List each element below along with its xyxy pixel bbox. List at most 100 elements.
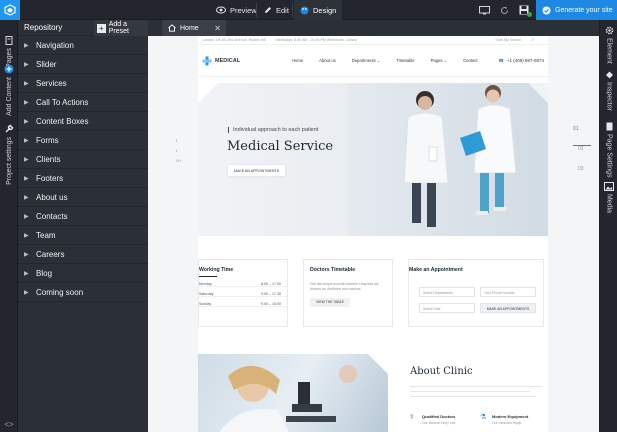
site-search-placeholder[interactable]: Start My Search bbox=[495, 38, 521, 42]
device-toggle[interactable] bbox=[474, 0, 494, 20]
hero-slider[interactable]: Individual approach to each patient Medi… bbox=[198, 83, 548, 236]
appointment-submit-button[interactable]: MAKE AN APPOINTMENTS bbox=[480, 303, 536, 313]
chevron-right-icon: ▶ bbox=[24, 270, 29, 277]
add-preset-button[interactable]: + Add a Preset bbox=[94, 20, 148, 36]
gear-icon bbox=[605, 26, 613, 35]
chevron-right-icon: ▶ bbox=[24, 42, 29, 49]
slide-indicator[interactable]: 02 bbox=[573, 146, 591, 166]
editor-canvas[interactable]: London, UK 65 Zinc Avenue, Ruskin Intl W… bbox=[148, 36, 599, 432]
working-time-row: Sunday 9.00 – 15.00 bbox=[199, 297, 287, 307]
repository-item-label: Content Boxes bbox=[36, 116, 89, 126]
facebook-icon[interactable]: f bbox=[176, 138, 184, 143]
slide-indicator[interactable]: 01 bbox=[573, 126, 591, 146]
design-label: Design bbox=[313, 5, 337, 15]
preview-label: Preview bbox=[230, 5, 257, 15]
working-time-card: Working Time Monday 8.00 – 17.00 Saturday 9… bbox=[198, 259, 288, 327]
working-time-title: Working Time bbox=[199, 267, 234, 273]
project-settings-tab[interactable]: Project settings bbox=[0, 124, 18, 185]
repository-item-label: Call To Actions bbox=[36, 97, 89, 107]
add-content-tab[interactable]: Add Content bbox=[0, 64, 18, 116]
media-tab[interactable]: Media bbox=[600, 182, 617, 213]
repository-item-label: Clients bbox=[36, 154, 61, 164]
save-button[interactable] bbox=[514, 0, 534, 20]
site-menu-item[interactable]: Timetable bbox=[396, 58, 414, 63]
repository-item[interactable]: ▶ Services bbox=[18, 74, 148, 93]
repository-item[interactable]: ▶ Content Boxes bbox=[18, 112, 148, 131]
repository-item-label: Slider bbox=[36, 59, 57, 69]
slide-indicator[interactable]: 03 bbox=[573, 166, 591, 186]
repository-item[interactable]: ▶ Call To Actions bbox=[18, 93, 148, 112]
repository-item[interactable]: ▶ Forms bbox=[18, 131, 148, 150]
palette-icon bbox=[300, 6, 309, 14]
preview-button[interactable]: Preview bbox=[210, 0, 263, 20]
about-text-lines bbox=[410, 386, 543, 402]
close-tab-icon[interactable]: ✕ bbox=[214, 24, 221, 33]
feature-text: Our medicine equip. bbox=[492, 421, 523, 425]
repository-item[interactable]: ▶ Clients bbox=[18, 150, 148, 169]
site-menu-item[interactable]: Contact bbox=[463, 58, 477, 63]
site-menu-item[interactable]: About us bbox=[319, 58, 336, 63]
twitter-icon[interactable]: t bbox=[176, 148, 184, 153]
logo-icon bbox=[4, 4, 16, 16]
feature-title: Modern Equipment bbox=[492, 414, 529, 419]
repository-item[interactable]: ▶ Contacts bbox=[18, 207, 148, 226]
phone-icon: ☎ bbox=[498, 57, 504, 63]
repository-item-label: Team bbox=[36, 230, 56, 240]
repository-item-label: Navigation bbox=[36, 40, 74, 50]
site-page[interactable]: London, UK 65 Zinc Avenue, Ruskin Intl W… bbox=[176, 36, 548, 432]
search-icon[interactable]: ⌕ bbox=[531, 37, 534, 43]
repository-item[interactable]: ▶ Footers bbox=[18, 169, 148, 188]
site-menu-item[interactable]: Home bbox=[292, 58, 303, 63]
site-topbar: London, UK 65 Zinc Avenue, Ruskin Intl W… bbox=[198, 36, 548, 45]
view-table-button[interactable]: VIEW THE TABLE bbox=[310, 298, 350, 307]
app-logo[interactable] bbox=[0, 0, 20, 20]
element-tab[interactable]: Element bbox=[600, 26, 617, 64]
image-icon bbox=[604, 182, 614, 191]
repository-item-label: Forms bbox=[36, 135, 59, 145]
department-select[interactable]: Select Departments bbox=[419, 287, 475, 297]
site-logo[interactable]: MEDICAL bbox=[202, 56, 292, 66]
edit-button[interactable]: Edit bbox=[258, 0, 295, 20]
doctors-timetable-title: Doctors Timetable bbox=[310, 267, 356, 273]
repository-item[interactable]: ▶ Blog bbox=[18, 264, 148, 283]
media-tab-label: Media bbox=[605, 194, 613, 214]
repository-item[interactable]: ▶ Navigation bbox=[18, 36, 148, 55]
page-settings-tab[interactable]: Page Settings bbox=[600, 122, 617, 178]
hero-appointment-button[interactable]: MAKE AN APPOINTMENTS bbox=[228, 165, 285, 176]
paint-bucket-icon bbox=[605, 71, 613, 79]
working-time-row: Saturday 9.00 – 17.30 bbox=[199, 287, 287, 297]
design-button[interactable]: Design bbox=[294, 0, 343, 20]
hero-subtitle: Individual approach to each patient bbox=[228, 127, 318, 133]
repository-item[interactable]: ▶ Coming soon bbox=[18, 283, 148, 302]
doctor-icon: ⚕ bbox=[410, 414, 414, 421]
tab-home[interactable]: Home ✕ bbox=[162, 20, 226, 36]
site-menu: Home About us Departments ⌄ Timetable Pages … bbox=[292, 58, 478, 63]
day-label: Saturday bbox=[199, 292, 214, 296]
phone-input[interactable]: Your Phone Number bbox=[480, 287, 536, 297]
repository-item-label: Services bbox=[36, 78, 67, 88]
chevron-right-icon: ▶ bbox=[24, 61, 29, 68]
repository-item[interactable]: ▶ Careers bbox=[18, 245, 148, 264]
code-icon: <> bbox=[4, 419, 14, 429]
address-text: London, UK 65 Zinc Avenue, Ruskin Intl bbox=[202, 38, 266, 42]
chevron-right-icon: ▶ bbox=[24, 251, 29, 258]
repository-item[interactable]: ▶ Slider bbox=[18, 55, 148, 74]
inspector-tab[interactable]: Inspector bbox=[600, 70, 617, 111]
date-select[interactable]: Select Date bbox=[419, 303, 475, 313]
appointment-title: Make an Appointment bbox=[409, 267, 463, 273]
undo-button[interactable] bbox=[494, 0, 514, 20]
separator bbox=[292, 3, 293, 17]
google-plus-icon[interactable]: G+ bbox=[176, 158, 184, 163]
repository-item[interactable]: ▶ Team bbox=[18, 226, 148, 245]
repository-item-label: Blog bbox=[36, 268, 53, 278]
site-menu-item[interactable]: Departments ⌄ bbox=[352, 58, 381, 63]
saved-status-dot bbox=[527, 12, 532, 17]
time-label: 8.00 – 17.00 bbox=[261, 282, 281, 286]
code-view-button[interactable]: <> bbox=[0, 416, 18, 432]
site-menu-item[interactable]: Pages ⌄ bbox=[431, 58, 448, 63]
wrench-icon bbox=[5, 124, 14, 133]
repository-title: Repository bbox=[24, 23, 63, 32]
repository-item[interactable]: ▶ About us bbox=[18, 188, 148, 207]
generate-site-button[interactable]: Generate your site bbox=[536, 0, 617, 20]
site-brand-name: MEDICAL bbox=[215, 57, 241, 64]
